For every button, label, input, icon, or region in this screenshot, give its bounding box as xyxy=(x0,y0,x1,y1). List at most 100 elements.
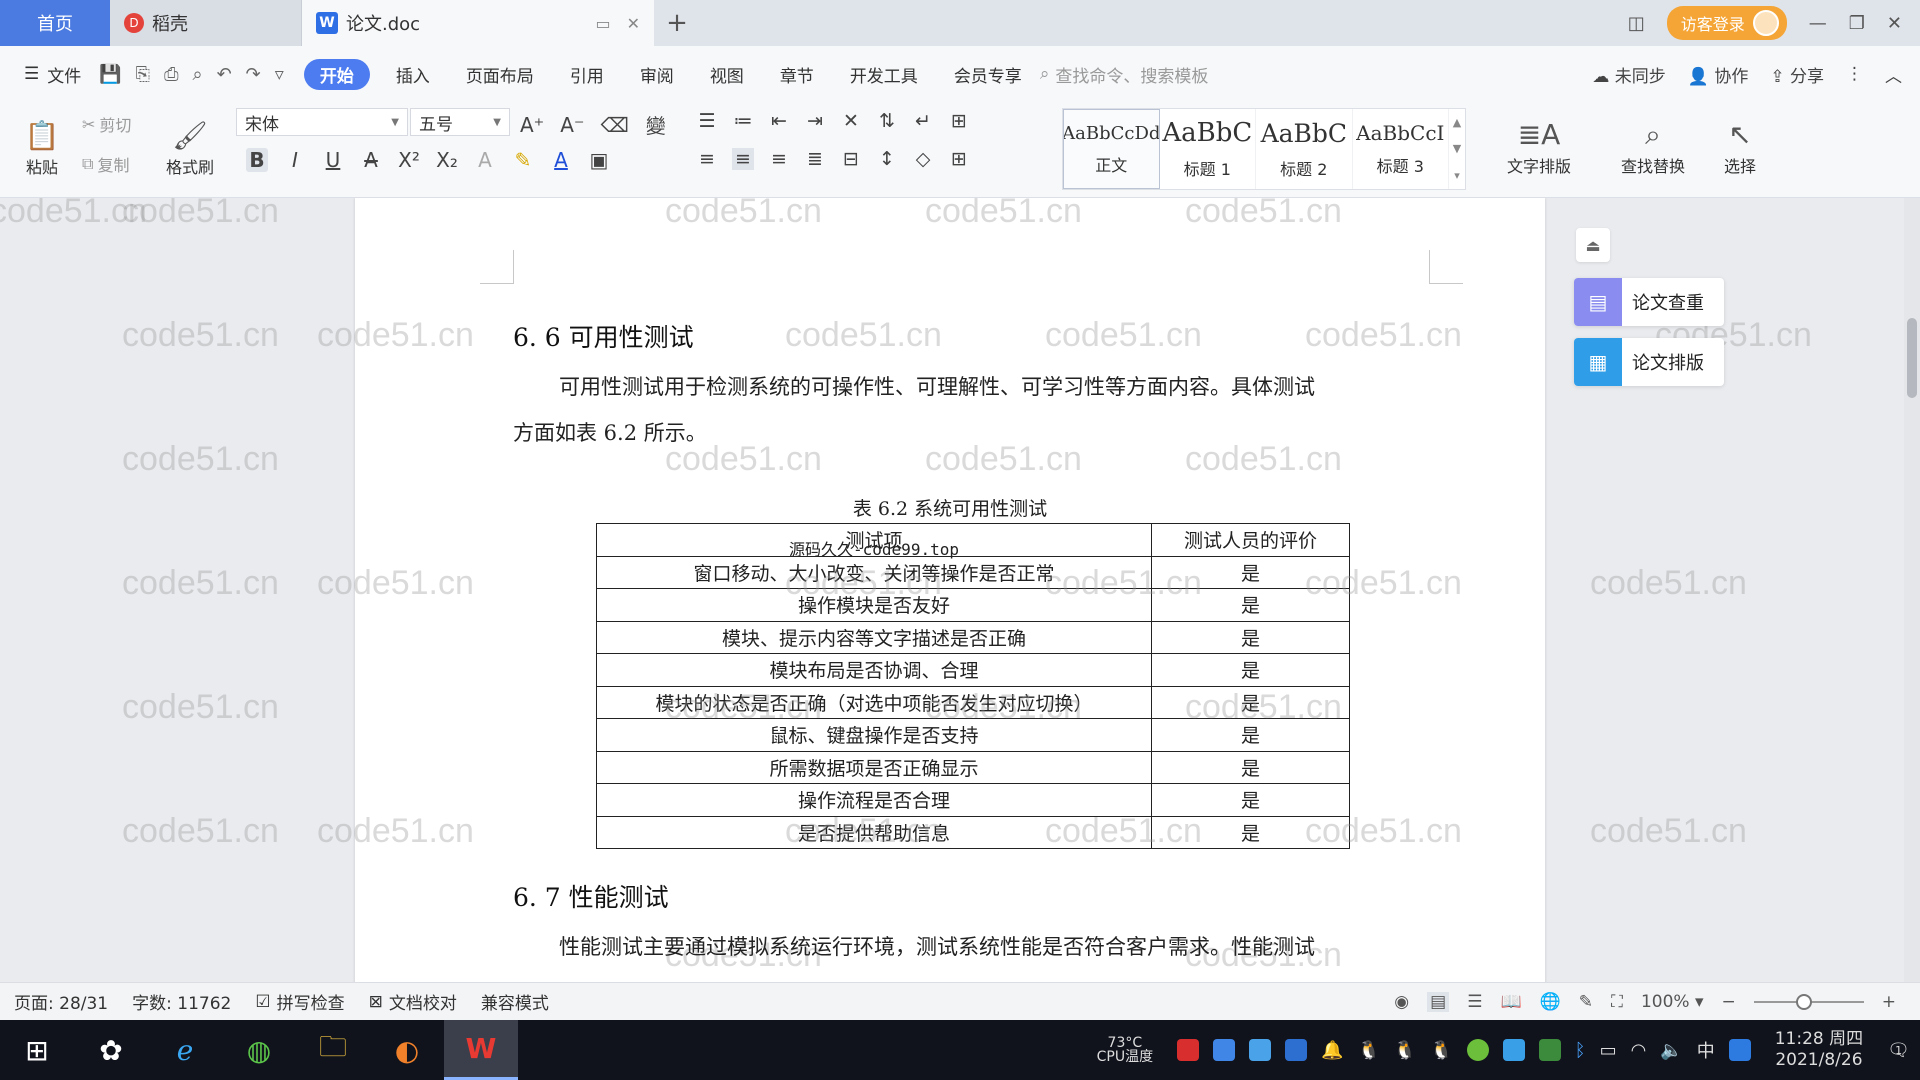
word-count[interactable]: 字数: 11762 xyxy=(118,989,231,1014)
line-spacing-icon[interactable]: ↕ xyxy=(876,148,898,170)
windows-start-icon[interactable]: ⊞ xyxy=(0,1020,74,1080)
web-view-icon[interactable]: 🌐 xyxy=(1540,992,1561,1012)
sort-icon[interactable]: ⇅ xyxy=(876,110,898,132)
antivirus-tray-icon[interactable] xyxy=(1177,1039,1200,1061)
plus-tray-icon[interactable] xyxy=(1466,1039,1489,1061)
vertical-scrollbar[interactable] xyxy=(1904,198,1920,982)
command-search[interactable]: ⌕ 查找命令、搜索模板 xyxy=(1040,62,1209,87)
borders-icon[interactable]: ⊞ xyxy=(948,148,970,170)
battery-icon[interactable]: ▭ xyxy=(1600,1040,1617,1061)
monitor-icon[interactable]: ▭ xyxy=(595,14,610,33)
guest-login-button[interactable]: 访客登录 xyxy=(1666,6,1787,40)
style-expand-icon[interactable]: ▾ xyxy=(1454,169,1460,182)
redo-icon[interactable]: ↷ xyxy=(246,64,261,85)
shading-icon[interactable]: ◇ xyxy=(912,148,934,170)
menu-start[interactable]: 开始 xyxy=(303,58,370,90)
grow-font-icon[interactable]: A⁺ xyxy=(520,113,544,137)
menu-view[interactable]: 视图 xyxy=(692,62,762,87)
menu-insert[interactable]: 插入 xyxy=(378,62,448,87)
ime-indicator[interactable]: 中 xyxy=(1697,1037,1715,1063)
network-tool-tray-icon[interactable] xyxy=(1249,1039,1272,1061)
font-size-select[interactable]: 五号 ▼ xyxy=(410,108,510,136)
customize-chevron-icon[interactable]: ▿ xyxy=(275,64,284,85)
outline-view-icon[interactable]: ☰ xyxy=(1467,992,1482,1012)
char-border-icon[interactable]: ▣ xyxy=(588,148,610,172)
page-indicator[interactable]: 页面: 28/31 xyxy=(0,989,108,1014)
undo-icon[interactable]: ↶ xyxy=(217,64,232,85)
decrease-indent-icon[interactable]: ⇤ xyxy=(768,110,790,132)
gpu-tray-icon[interactable] xyxy=(1538,1039,1561,1061)
qq-tray-icon-2[interactable]: 🐧 xyxy=(1394,1040,1416,1061)
justify-icon[interactable]: ≣ xyxy=(804,148,826,170)
search-tray-icon[interactable] xyxy=(1728,1039,1751,1061)
highlight-icon[interactable]: ✎ xyxy=(512,148,534,172)
menu-references[interactable]: 引用 xyxy=(552,62,622,87)
align-center-icon[interactable]: ≡ xyxy=(732,148,754,170)
media-player-icon[interactable]: ◐ xyxy=(370,1020,444,1080)
shield-tray-icon[interactable] xyxy=(1213,1039,1236,1061)
side-panel-collapse-icon[interactable]: ⏏ xyxy=(1576,228,1610,262)
collapse-ribbon-icon[interactable]: ︿ xyxy=(1885,62,1902,87)
format-painter-button[interactable]: 🖌 格式刷 xyxy=(160,108,220,192)
page-view-icon[interactable]: ▤ xyxy=(1427,991,1450,1012)
print-preview-icon[interactable]: ⌕ xyxy=(192,64,202,85)
security-tray-icon[interactable] xyxy=(1285,1039,1308,1061)
zoom-level[interactable]: 100% ▾ xyxy=(1641,992,1704,1012)
zoom-out-icon[interactable]: − xyxy=(1722,992,1736,1012)
align-right-icon[interactable]: ≡ xyxy=(768,148,790,170)
qq-tray-icon-3[interactable]: 🐧 xyxy=(1430,1040,1452,1061)
restore-icon[interactable]: ❐ xyxy=(1849,13,1865,34)
new-tab-button[interactable]: + xyxy=(654,0,700,46)
spell-check-button[interactable]: ☑ 拼写检查 xyxy=(241,989,344,1015)
file-explorer-icon[interactable]: 🗀 xyxy=(296,1020,370,1080)
system-clock[interactable]: 11:28 周四 2021/8/26 xyxy=(1775,1029,1863,1072)
bluetooth-icon[interactable]: ᛒ xyxy=(1575,1040,1586,1061)
close-tab-icon[interactable]: ✕ xyxy=(627,14,640,33)
paper-check-button[interactable]: ▤ 论文查重 xyxy=(1574,278,1724,326)
zoom-slider[interactable] xyxy=(1753,993,1864,1010)
find-replace-button[interactable]: ⌕ 查找替换 xyxy=(1608,106,1698,192)
increase-indent-icon[interactable]: ⇥ xyxy=(804,110,826,132)
doc-proof-button[interactable]: ⊠ 文档校对 xyxy=(355,989,457,1015)
notification-center-icon[interactable]: 🗨 1 xyxy=(1887,1040,1910,1061)
print-icon[interactable]: ⎙ xyxy=(164,64,178,85)
tab-stop-icon[interactable]: ⊞ xyxy=(948,110,970,132)
superscript-button[interactable]: X² xyxy=(398,148,420,172)
text-layout-button[interactable]: ≣A 文字排版 xyxy=(1494,106,1584,192)
bold-button[interactable]: B xyxy=(246,148,268,172)
sync-button[interactable]: ☁ 未同步 xyxy=(1592,62,1665,87)
collaborate-button[interactable]: 👤 协作 xyxy=(1688,62,1749,87)
style-heading-2[interactable]: AaBbC 标题 2 xyxy=(1256,109,1353,189)
shrink-font-icon[interactable]: A⁻ xyxy=(560,113,584,137)
italic-button[interactable]: I xyxy=(284,148,306,172)
style-scroll-up-icon[interactable]: ▲ xyxy=(1453,116,1461,129)
text-effect-button[interactable]: A xyxy=(474,148,496,172)
document-page[interactable]: 6. 6 可用性测试 可用性测试用于检测系统的可操作性、可理解性、可学习性等方面… xyxy=(317,198,1545,982)
cloud-tray-icon[interactable] xyxy=(1502,1039,1525,1061)
save-icon[interactable]: 💾 xyxy=(99,64,121,85)
underline-button[interactable]: U xyxy=(322,148,344,172)
menu-vip[interactable]: 会员专享 xyxy=(936,62,1040,87)
volume-icon[interactable]: 🔈 xyxy=(1660,1040,1682,1061)
subscript-button[interactable]: X₂ xyxy=(436,148,458,172)
360-browser-icon[interactable]: ◍ xyxy=(222,1020,296,1080)
clear-format-icon[interactable]: ⌫ xyxy=(601,113,629,137)
style-normal[interactable]: AaBbCcDd 正文 xyxy=(1063,109,1160,189)
layout-toggle-icon[interactable]: ◫ xyxy=(1628,13,1645,34)
reading-view-icon[interactable]: 📖 xyxy=(1500,992,1521,1012)
copy-button[interactable]: ⧉ 复制 xyxy=(82,152,129,176)
zoom-slider-handle[interactable] xyxy=(1795,993,1812,1010)
pinwheel-app-icon[interactable]: ✿ xyxy=(74,1020,148,1080)
fit-page-icon[interactable]: ⛶ xyxy=(1611,992,1623,1012)
minimize-icon[interactable]: — xyxy=(1809,13,1827,34)
document-area[interactable]: code51.cn code51.cn code51.cn code51.cn … xyxy=(0,198,1904,982)
cpu-temp-widget[interactable]: 73°C CPU温度 xyxy=(1097,1036,1153,1064)
menu-review[interactable]: 审阅 xyxy=(622,62,692,87)
bullet-list-icon[interactable]: ☰ xyxy=(696,110,718,132)
zoom-in-icon[interactable]: + xyxy=(1882,992,1896,1012)
menu-page-layout[interactable]: 页面布局 xyxy=(448,62,552,87)
write-mode-icon[interactable]: ✎ xyxy=(1579,992,1593,1012)
ie-browser-icon[interactable]: ℯ xyxy=(148,1020,222,1080)
output-icon[interactable]: ⎘ xyxy=(136,64,150,85)
phonetic-icon[interactable]: 變 xyxy=(645,110,667,139)
